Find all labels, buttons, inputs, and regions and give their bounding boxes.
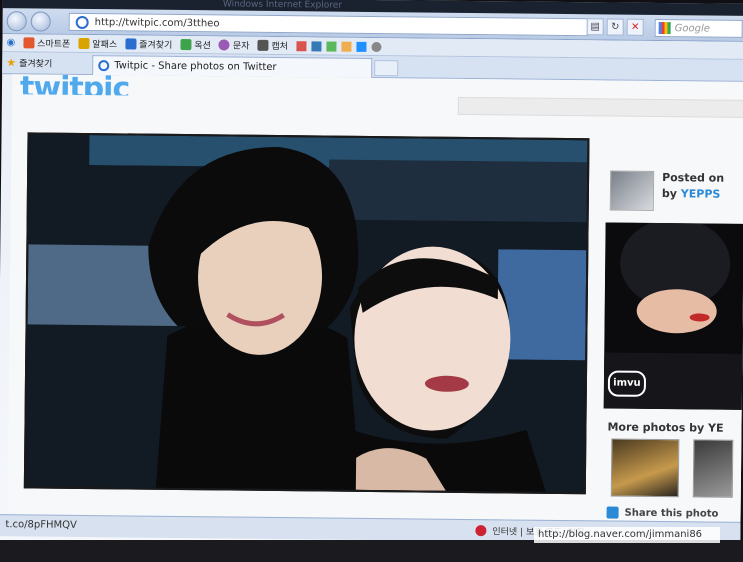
share-icon [606,506,619,519]
capture-icon [257,39,269,51]
toolbar-grip-icon: ◉ [6,37,16,49]
back-button[interactable] [6,11,27,32]
avatar[interactable] [609,170,655,211]
bezel-bottom [0,540,743,562]
favorites-star-icon: ★ [6,56,17,70]
ad-banner[interactable]: imvu [603,222,743,410]
google-icon [658,21,671,35]
link-item[interactable]: 문자 [218,38,250,52]
chat-icon [218,39,230,51]
translate-icon[interactable] [355,41,367,52]
tab-title: Twitpic - Share photos on Twitter [114,60,277,73]
feed-icon[interactable] [340,41,352,52]
twitpic-logo[interactable]: twitpic [20,70,129,95]
sidebar: Posted on by YEPPS imvu More photos by Y… [603,160,743,519]
link-item[interactable]: 옥션 [180,38,211,51]
favorites-button[interactable]: ★ 즐겨찾기 [6,56,52,69]
forward-button[interactable] [30,11,51,32]
share-photo[interactable]: Share this photo [606,506,719,519]
status-url: t.co/8pFHMQV [5,519,77,531]
posted-by: by YEPPS [662,187,721,201]
home-icon [23,37,35,49]
link-item[interactable]: 캡처 [257,39,288,52]
search-placeholder: Google [674,22,710,35]
zone-icon [475,525,487,537]
circle-icon[interactable] [370,41,382,52]
pencil-icon[interactable] [295,40,307,51]
search-box[interactable]: Google [654,18,743,38]
link-item[interactable]: 알패스 [78,37,117,50]
page-icon[interactable] [325,41,337,52]
main-photo[interactable] [23,132,590,495]
extra-toolbar-icons [295,40,382,52]
window-title: Windows Internet Explorer [222,0,343,11]
watermark: http://blog.naver.com/jimmani86 [534,527,720,543]
refresh-button[interactable]: ↻ [606,18,624,36]
ie-icon [75,15,89,29]
link-item[interactable]: 스마트폰 [23,36,70,50]
stop-button[interactable]: ✕ [626,18,644,36]
monitor-screen: Windows Internet Explorer http://twitpic… [0,0,743,562]
new-tab-button[interactable] [374,60,399,77]
header-strip [457,96,743,118]
disk-icon[interactable] [310,40,322,51]
star-icon [125,38,137,50]
ie-icon [98,60,110,72]
web-page: twitpic Posted on by YEPPS imvu More pho… [7,70,743,522]
key-icon [78,37,90,50]
photo-image [25,134,588,493]
photo-thumbnail[interactable] [610,438,680,498]
posted-on-label: Posted on [662,171,725,185]
auction-icon [180,38,192,51]
photo-thumbnail[interactable] [692,439,734,498]
link-item[interactable]: 즐겨찾기 [125,37,172,51]
address-tools: ▤ ↻ ✕ [586,18,644,36]
address-url: http://twitpic.com/3ttheo [94,16,220,29]
username-link[interactable]: YEPPS [681,187,721,200]
address-bar[interactable]: http://twitpic.com/3ttheo [68,12,589,37]
more-photos-heading: More photos by YE [607,420,724,435]
compat-view-button[interactable]: ▤ [586,18,604,36]
by-label: by [661,187,678,201]
imvu-logo: imvu [607,370,647,397]
